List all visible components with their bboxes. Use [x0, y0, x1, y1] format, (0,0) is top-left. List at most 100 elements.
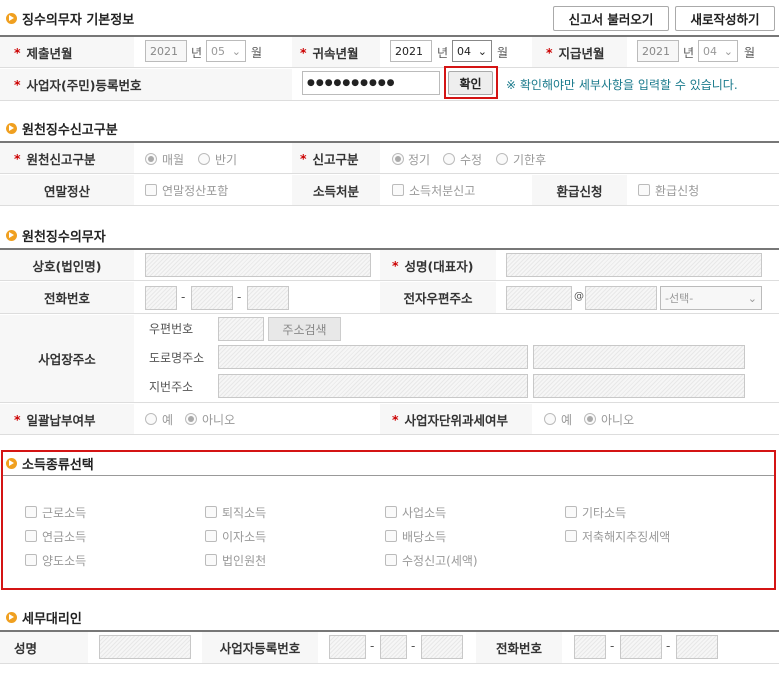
- yes-label: 예: [561, 413, 573, 427]
- section-title-text: 소득종류선택: [22, 458, 94, 473]
- unit-tax-label: * 사업자단위과세여부: [380, 404, 532, 434]
- agent-name-field[interactable]: [99, 635, 191, 659]
- income-checkbox[interactable]: [385, 506, 397, 518]
- monthly-radio[interactable]: [145, 153, 157, 165]
- road-addr-field[interactable]: [218, 345, 528, 369]
- phone-part2-field[interactable]: [191, 286, 233, 310]
- income-checkbox-label: 수정신고(세액): [402, 554, 478, 568]
- pay-date-label: * 지급년월: [532, 37, 627, 67]
- dash: -: [181, 290, 186, 304]
- year-unit: 년: [437, 46, 449, 60]
- month-unit: 월: [497, 46, 509, 60]
- bullet-icon: [6, 458, 17, 469]
- section-title-text: 원천징수신고구분: [22, 123, 118, 138]
- income-checkbox-label: 저축해지추징세액: [582, 530, 671, 544]
- rep-name-field[interactable]: [506, 253, 762, 277]
- income-checkbox[interactable]: [205, 530, 217, 542]
- month-value: 04: [703, 44, 717, 58]
- income-checkbox-label: 퇴직소득: [222, 506, 267, 520]
- disposal-checkbox[interactable]: [392, 184, 404, 196]
- regular-label: 정기: [408, 153, 431, 167]
- income-checkbox[interactable]: [25, 554, 37, 566]
- lump-yes-radio[interactable]: [145, 413, 157, 425]
- section-title-report: 원천징수신고구분: [6, 119, 118, 138]
- month-value: 04: [457, 44, 471, 58]
- yearend-checkbox-label: 연말정산포함: [162, 184, 229, 198]
- yearend-checkbox[interactable]: [145, 184, 157, 196]
- road-addr-detail-field[interactable]: [533, 345, 745, 369]
- half-label: 반기: [215, 153, 238, 167]
- income-checkbox[interactable]: [565, 530, 577, 542]
- agent-phone-part3-field[interactable]: [676, 635, 718, 659]
- pay-month-select[interactable]: 04 ⌄: [698, 40, 738, 62]
- income-checkbox[interactable]: [385, 530, 397, 542]
- lot-addr-field[interactable]: [218, 374, 528, 398]
- income-checkbox[interactable]: [25, 530, 37, 542]
- label-text: 신고구분: [312, 151, 359, 167]
- disposal-checkbox-label: 소득처분신고: [409, 184, 476, 198]
- email-domain-select[interactable]: -선택- ⌄: [660, 286, 762, 310]
- pay-year-field[interactable]: 2021: [637, 40, 679, 62]
- reg-number-label: * 사업자(주민)등록번호: [0, 69, 292, 100]
- income-checkbox[interactable]: [205, 554, 217, 566]
- bullet-icon: [6, 123, 17, 134]
- income-checkbox[interactable]: [25, 506, 37, 518]
- label-text: 귀속년월: [312, 45, 359, 61]
- month-unit: 월: [251, 46, 263, 60]
- refund-checkbox[interactable]: [638, 184, 650, 196]
- revise-radio[interactable]: [443, 153, 455, 165]
- agent-biz-part3-field[interactable]: [421, 635, 463, 659]
- late-radio[interactable]: [496, 153, 508, 165]
- income-checkbox[interactable]: [385, 554, 397, 566]
- agent-name-label: 성명: [0, 632, 88, 663]
- attr-month-select[interactable]: 04 ⌄: [452, 40, 492, 62]
- company-field[interactable]: [145, 253, 371, 277]
- dash: -: [610, 639, 615, 653]
- select-value: -선택-: [665, 292, 694, 305]
- submit-year-field[interactable]: 2021: [145, 40, 187, 62]
- section-title-tax-agent: 세무대리인: [6, 608, 82, 627]
- email-domain-field[interactable]: [585, 286, 657, 310]
- half-radio[interactable]: [198, 153, 210, 165]
- dash: -: [411, 639, 416, 653]
- unit-yes-radio[interactable]: [544, 413, 556, 425]
- attr-date-label: * 귀속년월: [292, 37, 380, 67]
- label-text: 원천신고구분: [26, 151, 96, 167]
- yes-label: 예: [162, 413, 174, 427]
- phone-part3-field[interactable]: [247, 286, 289, 310]
- agent-phone-part1-field[interactable]: [574, 635, 606, 659]
- address-search-button[interactable]: 주소검색: [268, 317, 341, 341]
- lot-addr-detail-field[interactable]: [533, 374, 745, 398]
- unit-no-radio[interactable]: [584, 413, 596, 425]
- chevron-down-icon: ⌄: [747, 291, 757, 305]
- reg-number-field[interactable]: ●●●●●●●●●●: [302, 71, 440, 95]
- label-text: 제출년월: [26, 45, 73, 61]
- label-text: 성명(대표자): [404, 258, 474, 274]
- new-report-button[interactable]: 새로작성하기: [675, 6, 775, 31]
- agent-biz-part1-field[interactable]: [329, 635, 366, 659]
- year-unit: 년: [683, 46, 695, 60]
- submit-month-select[interactable]: 05 ⌄: [206, 40, 246, 62]
- late-label: 기한후: [513, 153, 547, 167]
- regular-radio[interactable]: [392, 153, 404, 165]
- section-title-text: 징수의무자 기본정보: [22, 13, 135, 28]
- month-unit: 월: [744, 46, 756, 60]
- income-checkbox-label: 연금소득: [42, 530, 87, 544]
- agent-biz-part2-field[interactable]: [380, 635, 407, 659]
- income-checkbox[interactable]: [565, 506, 577, 518]
- phone-part1-field[interactable]: [145, 286, 177, 310]
- zip-field[interactable]: [218, 317, 264, 341]
- label-text: 사업자(주민)등록번호: [26, 78, 142, 93]
- agent-phone-part2-field[interactable]: [620, 635, 662, 659]
- email-user-field[interactable]: [506, 286, 572, 310]
- refund-checkbox-label: 환급신청: [655, 184, 700, 198]
- agent-biz-label: 사업자등록번호: [202, 632, 318, 663]
- attr-year-field[interactable]: 2021: [390, 40, 432, 62]
- addr-label: 사업장주소: [0, 315, 134, 402]
- highlight-income-section: [1, 450, 776, 590]
- confirm-notice: ※ 확인해야만 세부사항을 입력할 수 있습니다.: [506, 78, 738, 92]
- zip-label: 우편번호: [149, 322, 194, 336]
- income-checkbox[interactable]: [205, 506, 217, 518]
- load-report-button[interactable]: 신고서 불러오기: [553, 6, 669, 31]
- lump-no-radio[interactable]: [185, 413, 197, 425]
